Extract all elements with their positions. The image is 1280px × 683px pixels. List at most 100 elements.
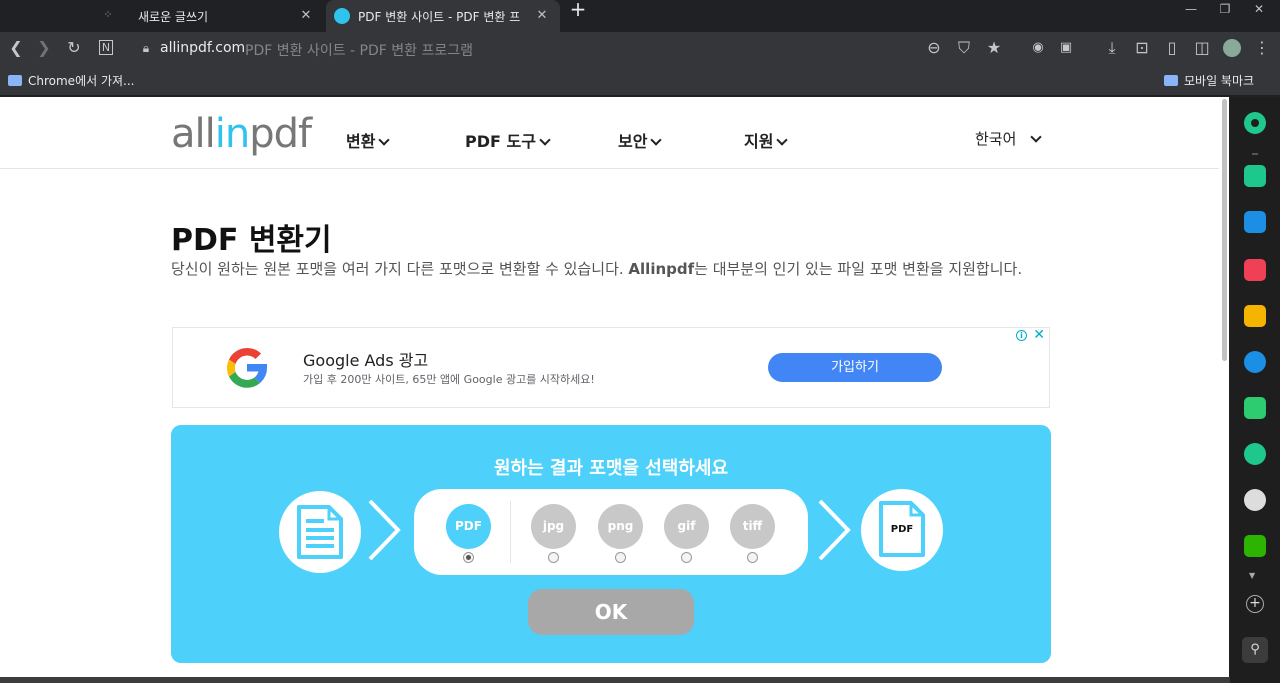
desc-brand: Allinpdf [628, 260, 695, 278]
site-header: allinpdf 변환 PDF 도구 보안 지원 한국어 [0, 97, 1229, 169]
tab-new-post[interactable]: ⁘ 새로운 글쓰기 ✕ [80, 0, 324, 32]
language-select[interactable]: 한국어 [975, 128, 1043, 149]
bookmark-imported-folder[interactable]: Chrome에서 가져... [8, 72, 135, 89]
format-gif-radio[interactable] [681, 552, 692, 563]
browser-sidebar: ▼ + ⚲ [1230, 97, 1280, 683]
language-label: 한국어 [975, 130, 1017, 148]
back-icon[interactable]: ❮ [4, 36, 28, 60]
nav-convert[interactable]: 변환 [346, 128, 391, 152]
google-ad-banner[interactable]: Google Ads 광고 가입 후 200만 사이트, 65만 앱에 Goog… [172, 327, 1050, 408]
address-page-title[interactable]: PDF 변환 사이트 - PDF 변환 프로그램 [245, 40, 473, 60]
chevron-down-icon [776, 134, 789, 146]
zoom-out-icon[interactable]: ⊖ [922, 36, 946, 60]
nav-pdf-tools[interactable]: PDF 도구 [465, 128, 551, 152]
folder-icon [8, 75, 22, 86]
sidebar-toggle-icon[interactable]: ◫ [1190, 36, 1214, 60]
share-icon[interactable]: ◉ [1026, 36, 1050, 60]
character-icon[interactable] [1244, 489, 1266, 511]
format-tiff-option[interactable]: tiff [730, 504, 775, 549]
capture-icon[interactable]: ⊡ [1130, 36, 1154, 60]
nav-security[interactable]: 보안 [618, 128, 663, 152]
lock-icon[interactable]: 🔒︎ [134, 36, 158, 60]
logo-part: all [171, 111, 216, 157]
desc-text: 당신이 원하는 원본 포맷을 여러 가지 다른 포맷으로 변환할 수 있습니다. [171, 260, 629, 278]
ok-button[interactable]: OK [528, 589, 694, 635]
site-logo[interactable]: allinpdf [171, 111, 312, 157]
sidebar-divider [1252, 153, 1258, 155]
download-icon[interactable]: ⤓ [1100, 36, 1124, 60]
shield-icon[interactable]: ⛉ [952, 36, 976, 60]
format-pdf-radio[interactable] [463, 552, 474, 563]
nav-label: 변환 [346, 132, 376, 151]
chevron-down-icon [650, 134, 663, 146]
page-title: PDF 변환기 [171, 223, 332, 258]
target-format-label: PDF [890, 524, 914, 535]
menu-icon[interactable]: ⋮ [1250, 36, 1274, 60]
minimize-button[interactable]: — [1174, 0, 1208, 20]
address-host[interactable]: allinpdf.com [160, 40, 245, 56]
tab-title: PDF 변환 사이트 - PDF 변환 프 [358, 9, 521, 24]
scroll-thumb[interactable] [1222, 99, 1227, 361]
arrow-right-icon [818, 499, 851, 561]
converter-panel: 원하는 결과 포맷을 선택하세요 PDF jpg png gif tiff PD… [171, 425, 1051, 663]
ad-info-icon[interactable]: i [1016, 330, 1027, 341]
arrow-right-icon [368, 499, 401, 561]
notification-icon[interactable] [1244, 165, 1266, 187]
extension-icon[interactable]: ▣ [1054, 36, 1078, 60]
ad-title[interactable]: Google Ads 광고 [303, 347, 428, 371]
logo-part-highlight: in [214, 111, 250, 157]
tab-favicon-icon [334, 8, 350, 24]
nav-label: PDF 도구 [465, 132, 536, 151]
play-icon[interactable] [1244, 443, 1266, 465]
restore-button[interactable]: ❐ [1208, 0, 1242, 20]
format-pdf-option[interactable]: PDF [446, 504, 491, 549]
ad-close-icon[interactable]: ✕ [1033, 327, 1045, 343]
format-png-option[interactable]: png [598, 504, 643, 549]
bookmarks-bar: Chrome에서 가져... 모바일 북마크 [0, 64, 1280, 96]
format-gif-option[interactable]: gif [664, 504, 709, 549]
favorites-icon[interactable] [1244, 305, 1266, 327]
star-icon[interactable]: ★ [982, 36, 1006, 60]
format-jpg-radio[interactable] [548, 552, 559, 563]
chevron-down-icon[interactable]: ▼ [1249, 571, 1255, 580]
page-description: 당신이 원하는 원본 포맷을 여러 가지 다른 포맷으로 변환할 수 있습니다.… [171, 257, 1051, 281]
tab-close-icon[interactable]: ✕ [298, 8, 314, 24]
naver-icon[interactable]: N [94, 36, 118, 60]
square-app-icon[interactable] [1244, 397, 1266, 419]
ad-subtitle: 가입 후 200만 사이트, 65만 앱에 Google 광고를 시작하세요! [303, 373, 595, 386]
bookmark-label: Chrome에서 가져... [28, 74, 135, 88]
edge-icon[interactable] [1244, 351, 1266, 373]
add-icon[interactable]: + [1246, 595, 1264, 613]
format-tiff-radio[interactable] [747, 552, 758, 563]
browser-toolbar: ❮ ❯ ↻ N 🔒︎ allinpdf.com PDF 변환 사이트 - PDF… [0, 32, 1280, 64]
nav-support[interactable]: 지원 [744, 128, 789, 152]
format-jpg-option[interactable]: jpg [531, 504, 576, 549]
pin-icon[interactable]: ⚲ [1242, 637, 1268, 663]
tab-close-icon[interactable]: ✕ [534, 8, 550, 24]
pocket-icon[interactable] [1244, 259, 1266, 281]
tab-pdf-converter[interactable]: PDF 변환 사이트 - PDF 변환 프 ✕ [326, 0, 560, 32]
ad-signup-button[interactable]: 가입하기 [768, 353, 942, 382]
taskbar-edge [0, 677, 1230, 683]
dict-icon[interactable] [1244, 535, 1266, 557]
reader-icon[interactable]: ▯ [1160, 36, 1184, 60]
logo-part: pdf [249, 111, 312, 157]
whale-icon[interactable] [1244, 112, 1266, 134]
wallet-icon[interactable] [1244, 211, 1266, 233]
google-g-icon [227, 347, 267, 388]
tab-title: 새로운 글쓰기 [138, 9, 209, 24]
nav-label: 지원 [744, 132, 774, 151]
chevron-down-icon [1030, 131, 1043, 143]
page-scrollbar[interactable] [1219, 97, 1229, 677]
forward-icon[interactable]: ❯ [32, 36, 56, 60]
reload-icon[interactable]: ↻ [62, 36, 86, 60]
converter-title: 원하는 결과 포맷을 선택하세요 [493, 458, 729, 479]
close-window-button[interactable]: ✕ [1242, 0, 1276, 20]
format-png-radio[interactable] [615, 552, 626, 563]
chevron-down-icon [378, 134, 391, 146]
tab-strip: ⁘ 새로운 글쓰기 ✕ PDF 변환 사이트 - PDF 변환 프 ✕ + — … [0, 0, 1280, 32]
chevron-down-icon [539, 134, 551, 146]
avatar[interactable] [1220, 36, 1244, 60]
new-tab-button[interactable]: + [568, 0, 588, 20]
bookmark-mobile-folder[interactable]: 모바일 북마크 [1164, 72, 1254, 89]
